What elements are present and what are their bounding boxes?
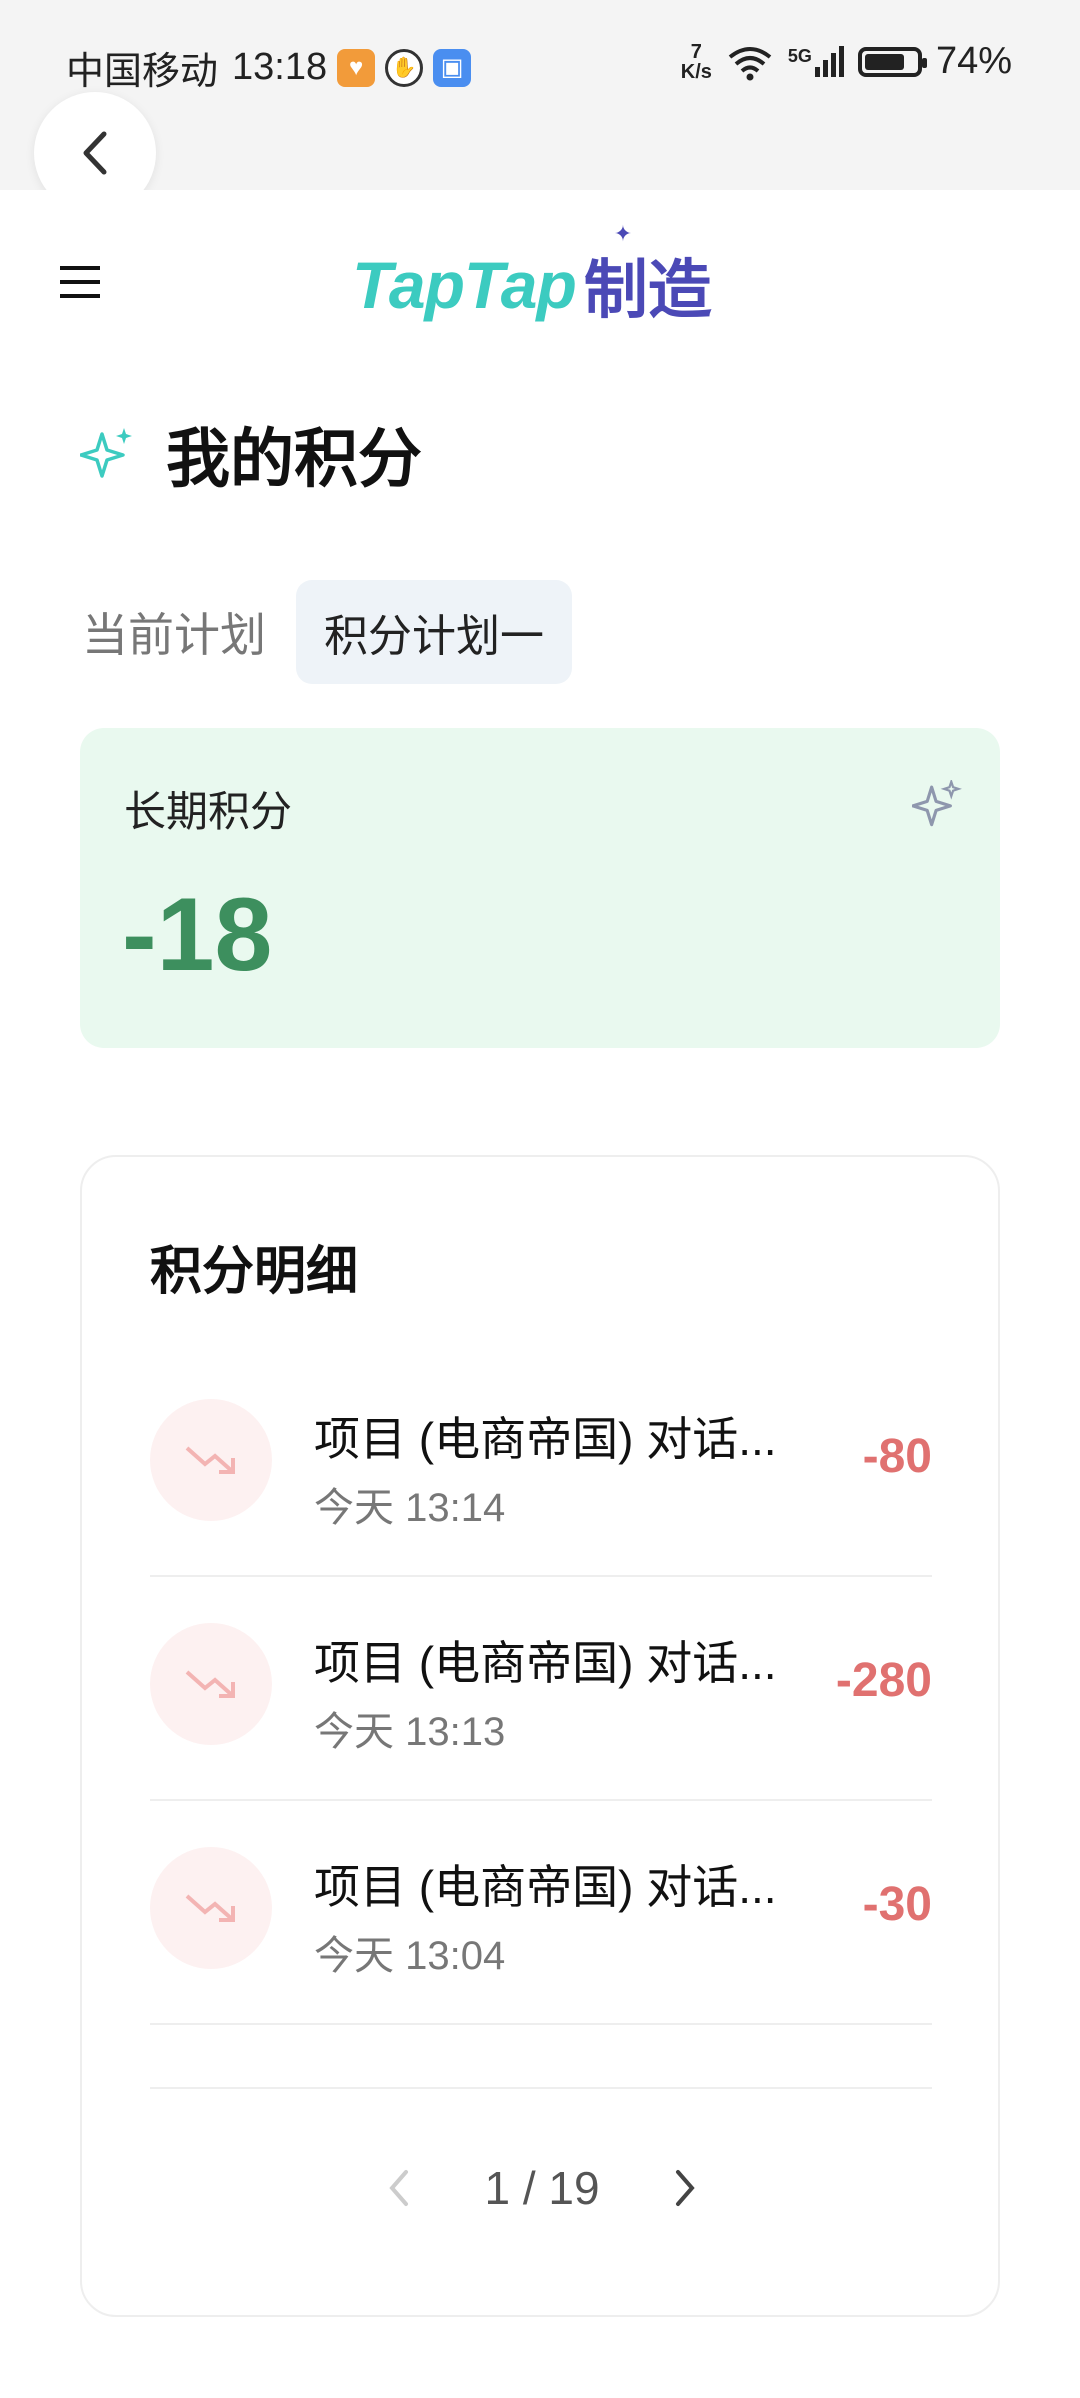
item-time: 今天 13:04 [314,1934,506,1978]
next-page-button[interactable] [670,2168,700,2208]
battery-icon [857,46,927,77]
clock: 13:18 [232,46,328,88]
item-amount: -30 [862,1878,932,1931]
sparkle-icon [912,780,962,827]
menu-button[interactable] [56,258,104,306]
item-time: 今天 13:14 [314,1486,506,1530]
status-bar-right: 7 K/s 5G 74% [681,40,1012,83]
carrier-label: 中国移动 [66,51,219,93]
trend-down-icon [150,1847,272,1969]
item-amount: -80 [862,1430,932,1483]
status-bar: 中国移动 13:18 ♥ ✋ ▣ 7 K/s 5G 74% [0,0,1080,190]
page-title: 我的积分 [80,408,422,500]
shield-app-icon: ▣ [433,48,472,87]
details-title: 积分明细 [150,1243,359,1301]
battery-percent: 74% [935,40,1012,82]
score-details-card: 积分明细 项目 (电商帝国) 对话... 今天 13:14 -80 项目 (电商… [80,1155,1000,2317]
list-item[interactable]: 项目 (电商帝国) 对话... 今天 13:04 -30 [150,1799,932,2025]
plan-row: 当前计划 积分计划一 [82,580,572,684]
score-value: -18 [122,877,273,993]
page-indicator: 1 / 19 [484,2162,600,2214]
sparkle-icon [80,428,132,478]
list-item[interactable]: 项目 (电商帝国) 对话... 今天 13:14 -80 [150,1351,932,1577]
score-label: 长期积分 [124,788,293,835]
net-speed: 7 K/s [680,40,712,83]
item-amount: -280 [835,1654,932,1707]
divider [150,2087,932,2089]
top-bar: TapTap ✦ 制造 [0,190,1080,380]
prev-page-button[interactable] [384,2168,414,2208]
item-time: 今天 13:13 [314,1710,506,1754]
logo-sparkle-icon: ✦ [613,221,633,246]
long-term-score-card: 长期积分 -18 [80,728,1000,1048]
app-notification-icon: ♥ [337,48,376,87]
item-title: 项目 (电商帝国) 对话... [314,1413,777,1465]
pagination: 1 / 19 [82,2161,1002,2215]
plan-label: 当前计划 [82,609,266,661]
taptap-logo: TapTap ✦ 制造 [352,221,712,326]
wifi-icon [728,46,772,80]
chevron-left-icon [83,131,107,175]
hamburger-icon [60,266,100,298]
item-title: 项目 (电商帝国) 对话... [314,1861,777,1913]
plan-selector[interactable]: 积分计划一 [296,580,572,684]
list-item[interactable]: 项目 (电商帝国) 对话... 今天 13:13 -280 [150,1575,932,1801]
hand-icon: ✋ [385,48,424,87]
status-bar-left: 中国移动 13:18 ♥ ✋ ▣ [66,40,472,95]
item-title: 项目 (电商帝国) 对话... [314,1637,777,1689]
trend-down-icon [150,1399,272,1521]
cell-signal-icon: 5G [788,46,844,77]
trend-down-icon [150,1623,272,1745]
